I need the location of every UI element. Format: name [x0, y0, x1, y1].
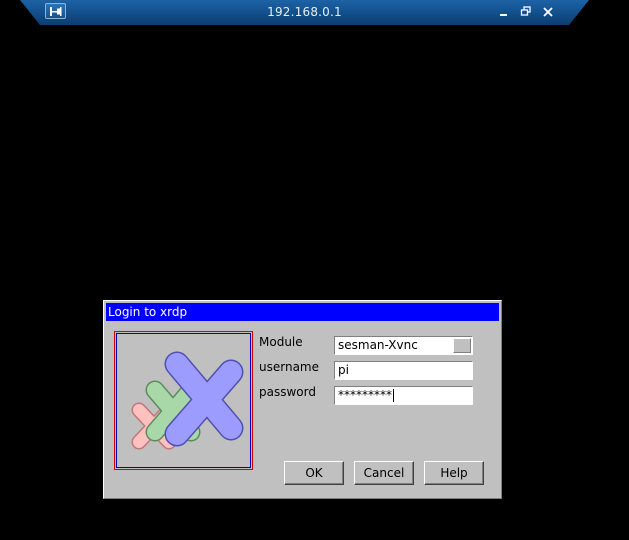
dialog-title: Login to xrdp	[106, 303, 499, 321]
module-value: sesman-Xvnc	[338, 338, 418, 352]
text-caret	[393, 389, 394, 402]
login-dialog: Login to xrdp Module sesman-Xvnc usernam…	[103, 300, 502, 499]
username-value: pi	[338, 363, 349, 377]
cancel-button[interactable]: Cancel	[354, 461, 414, 485]
ok-button[interactable]: OK	[284, 461, 344, 485]
connection-bar: 192.168.0.1	[20, 0, 589, 25]
password-value: *********	[338, 388, 392, 402]
minimize-button[interactable]	[497, 5, 511, 19]
logo-frame	[114, 331, 253, 470]
help-button[interactable]: Help	[424, 461, 484, 485]
restore-button[interactable]	[519, 5, 533, 19]
dropdown-arrow-icon[interactable]	[453, 338, 471, 353]
close-button[interactable]	[541, 5, 555, 19]
username-input[interactable]: pi	[334, 361, 473, 380]
restore-icon	[520, 6, 531, 16]
close-icon	[543, 7, 553, 17]
username-label: username	[259, 360, 319, 374]
module-label: Module	[259, 335, 303, 349]
password-label: password	[259, 385, 316, 399]
xrdp-logo	[116, 333, 251, 468]
password-input[interactable]: *********	[334, 386, 473, 405]
minimize-icon	[500, 14, 507, 16]
module-select[interactable]: sesman-Xvnc	[334, 336, 473, 355]
xrdp-logo-image	[131, 351, 244, 450]
